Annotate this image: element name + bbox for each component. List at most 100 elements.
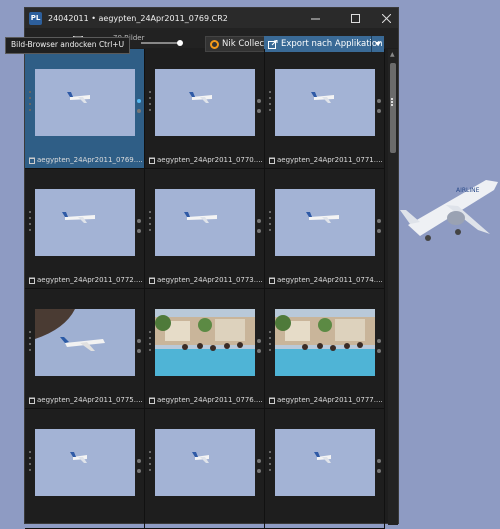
chevron-down-icon <box>375 42 381 46</box>
title-bar: PL 24042011 • aegypten_24Apr2011_0769.CR… <box>25 8 398 28</box>
thumbnail-grid: aegypten_24Apr2011_0769.... aegypten_24Ap… <box>25 49 387 529</box>
filename-label: aegypten_24Apr2011_0769.... <box>37 156 143 164</box>
thumbnail-cell[interactable] <box>265 409 385 529</box>
status-dot-icon <box>137 459 141 463</box>
thumbnail-cell[interactable]: aegypten_24Apr2011_0774.... <box>265 169 385 289</box>
scroll-up-icon[interactable]: ▲ <box>390 51 395 58</box>
thumbnail-cell[interactable]: aegypten_24Apr2011_0775.... <box>25 289 145 409</box>
thumbnail-cell[interactable]: aegypten_24Apr2011_0776.... <box>145 289 265 409</box>
thumbnail-image[interactable] <box>35 429 135 496</box>
export-label: Export nach Applikation <box>281 39 383 49</box>
status-dot-icon <box>137 339 141 343</box>
trash-icon[interactable] <box>269 277 275 284</box>
status-dot-icon <box>377 349 381 353</box>
trash-icon[interactable] <box>269 397 275 404</box>
filename-label: aegypten_24Apr2011_0777.... <box>277 396 383 404</box>
drag-handle-icon[interactable] <box>269 211 272 235</box>
drag-handle-icon[interactable] <box>29 91 32 115</box>
drag-handle-icon[interactable] <box>269 331 272 355</box>
thumbnail-filename: aegypten_24Apr2011_0773.... <box>149 276 263 284</box>
trash-icon[interactable] <box>269 157 275 164</box>
thumbnail-image[interactable] <box>155 189 255 256</box>
thumbnail-cell[interactable] <box>25 409 145 529</box>
trash-icon[interactable] <box>149 157 155 164</box>
close-icon <box>381 13 391 23</box>
maximize-button[interactable] <box>343 8 367 28</box>
app-logo-icon: PL <box>29 11 42 25</box>
image-browser-window: PL 24042011 • aegypten_24Apr2011_0769.CR… <box>24 7 399 529</box>
status-dot-icon <box>137 99 141 103</box>
drag-handle-icon[interactable] <box>149 211 152 235</box>
trash-icon[interactable] <box>29 277 35 284</box>
status-dot-icon <box>137 469 141 473</box>
thumbnail-cell[interactable]: aegypten_24Apr2011_0777.... <box>265 289 385 409</box>
filename-label: aegypten_24Apr2011_0772.... <box>37 276 143 284</box>
thumbnail-cell[interactable] <box>145 409 265 529</box>
trash-icon[interactable] <box>149 397 155 404</box>
thumbnail-image[interactable] <box>155 429 255 496</box>
thumbnail-cell[interactable]: aegypten_24Apr2011_0770.... <box>145 49 265 169</box>
thumbnail-filename: aegypten_24Apr2011_0776.... <box>149 396 263 404</box>
filename-label: aegypten_24Apr2011_0776.... <box>157 396 263 404</box>
thumbnail-image[interactable] <box>275 189 375 256</box>
drag-handle-icon[interactable] <box>149 91 152 115</box>
svg-text:AIRLINE: AIRLINE <box>456 187 480 194</box>
thumbnail-cell[interactable]: aegypten_24Apr2011_0773.... <box>145 169 265 289</box>
drag-handle-icon[interactable] <box>29 451 32 475</box>
thumbnail-size-slider[interactable] <box>141 42 179 44</box>
thumbnail-image[interactable] <box>275 429 375 496</box>
drag-handle-icon[interactable] <box>269 451 272 475</box>
dock-browser-tooltip: Bild-Browser andocken Ctrl+U <box>5 37 131 54</box>
thumbnail-filename: aegypten_24Apr2011_0770.... <box>149 156 263 164</box>
thumbnail-image[interactable] <box>275 309 375 376</box>
thumbnail-image[interactable] <box>155 309 255 376</box>
thumbnail-image[interactable] <box>35 309 135 376</box>
thumbnail-cell[interactable]: aegypten_24Apr2011_0772.... <box>25 169 145 289</box>
thumbnail-cell[interactable]: aegypten_24Apr2011_0771.... <box>265 49 385 169</box>
scrollbar-thumb[interactable] <box>390 63 396 153</box>
window-title: 24042011 • aegypten_24Apr2011_0769.CR2 <box>48 13 228 23</box>
slider-handle[interactable] <box>177 40 183 46</box>
desktop-airplane-image: AIRLINE <box>400 180 498 241</box>
status-dot-icon <box>137 109 141 113</box>
status-dot-icon <box>137 229 141 233</box>
filename-label: aegypten_24Apr2011_0774.... <box>277 276 383 284</box>
nik-logo-icon <box>210 39 219 49</box>
drag-handle-icon[interactable] <box>269 91 272 115</box>
filename-label: aegypten_24Apr2011_0771.... <box>277 156 383 164</box>
thumbnail-image[interactable] <box>35 189 135 256</box>
status-dot-icon <box>377 459 381 463</box>
thumbnail-image[interactable] <box>275 69 375 136</box>
thumbnail-image[interactable] <box>35 69 135 136</box>
status-dot-icon <box>257 99 261 103</box>
trash-icon[interactable] <box>29 157 35 164</box>
trash-icon[interactable] <box>29 397 35 404</box>
drag-handle-icon[interactable] <box>29 331 32 355</box>
status-dot-icon <box>377 469 381 473</box>
thumbnail-filename: aegypten_24Apr2011_0772.... <box>29 276 143 284</box>
status-dot-icon <box>377 219 381 223</box>
thumbnail-filename: aegypten_24Apr2011_0774.... <box>269 276 383 284</box>
filename-label: aegypten_24Apr2011_0775.... <box>37 396 143 404</box>
minimize-button[interactable] <box>303 8 327 28</box>
thumbnail-cell[interactable]: aegypten_24Apr2011_0769.... <box>25 49 145 169</box>
status-dot-icon <box>257 219 261 223</box>
vertical-scrollbar[interactable]: ▲ <box>388 49 398 525</box>
filename-label: aegypten_24Apr2011_0770.... <box>157 156 263 164</box>
status-dot-icon <box>257 229 261 233</box>
status-dot-icon <box>377 229 381 233</box>
status-dot-icon <box>137 349 141 353</box>
maximize-icon <box>350 13 360 23</box>
filename-label: aegypten_24Apr2011_0773.... <box>157 276 263 284</box>
more-options-icon[interactable] <box>391 98 394 107</box>
thumbnail-filename: aegypten_24Apr2011_0769.... <box>29 156 143 164</box>
drag-handle-icon[interactable] <box>29 211 32 235</box>
close-button[interactable] <box>374 8 398 28</box>
thumbnail-image[interactable] <box>155 69 255 136</box>
drag-handle-icon[interactable] <box>149 451 152 475</box>
status-dot-icon <box>137 219 141 223</box>
drag-handle-icon[interactable] <box>149 331 152 355</box>
status-dot-icon <box>377 99 381 103</box>
trash-icon[interactable] <box>149 277 155 284</box>
status-dot-icon <box>257 339 261 343</box>
